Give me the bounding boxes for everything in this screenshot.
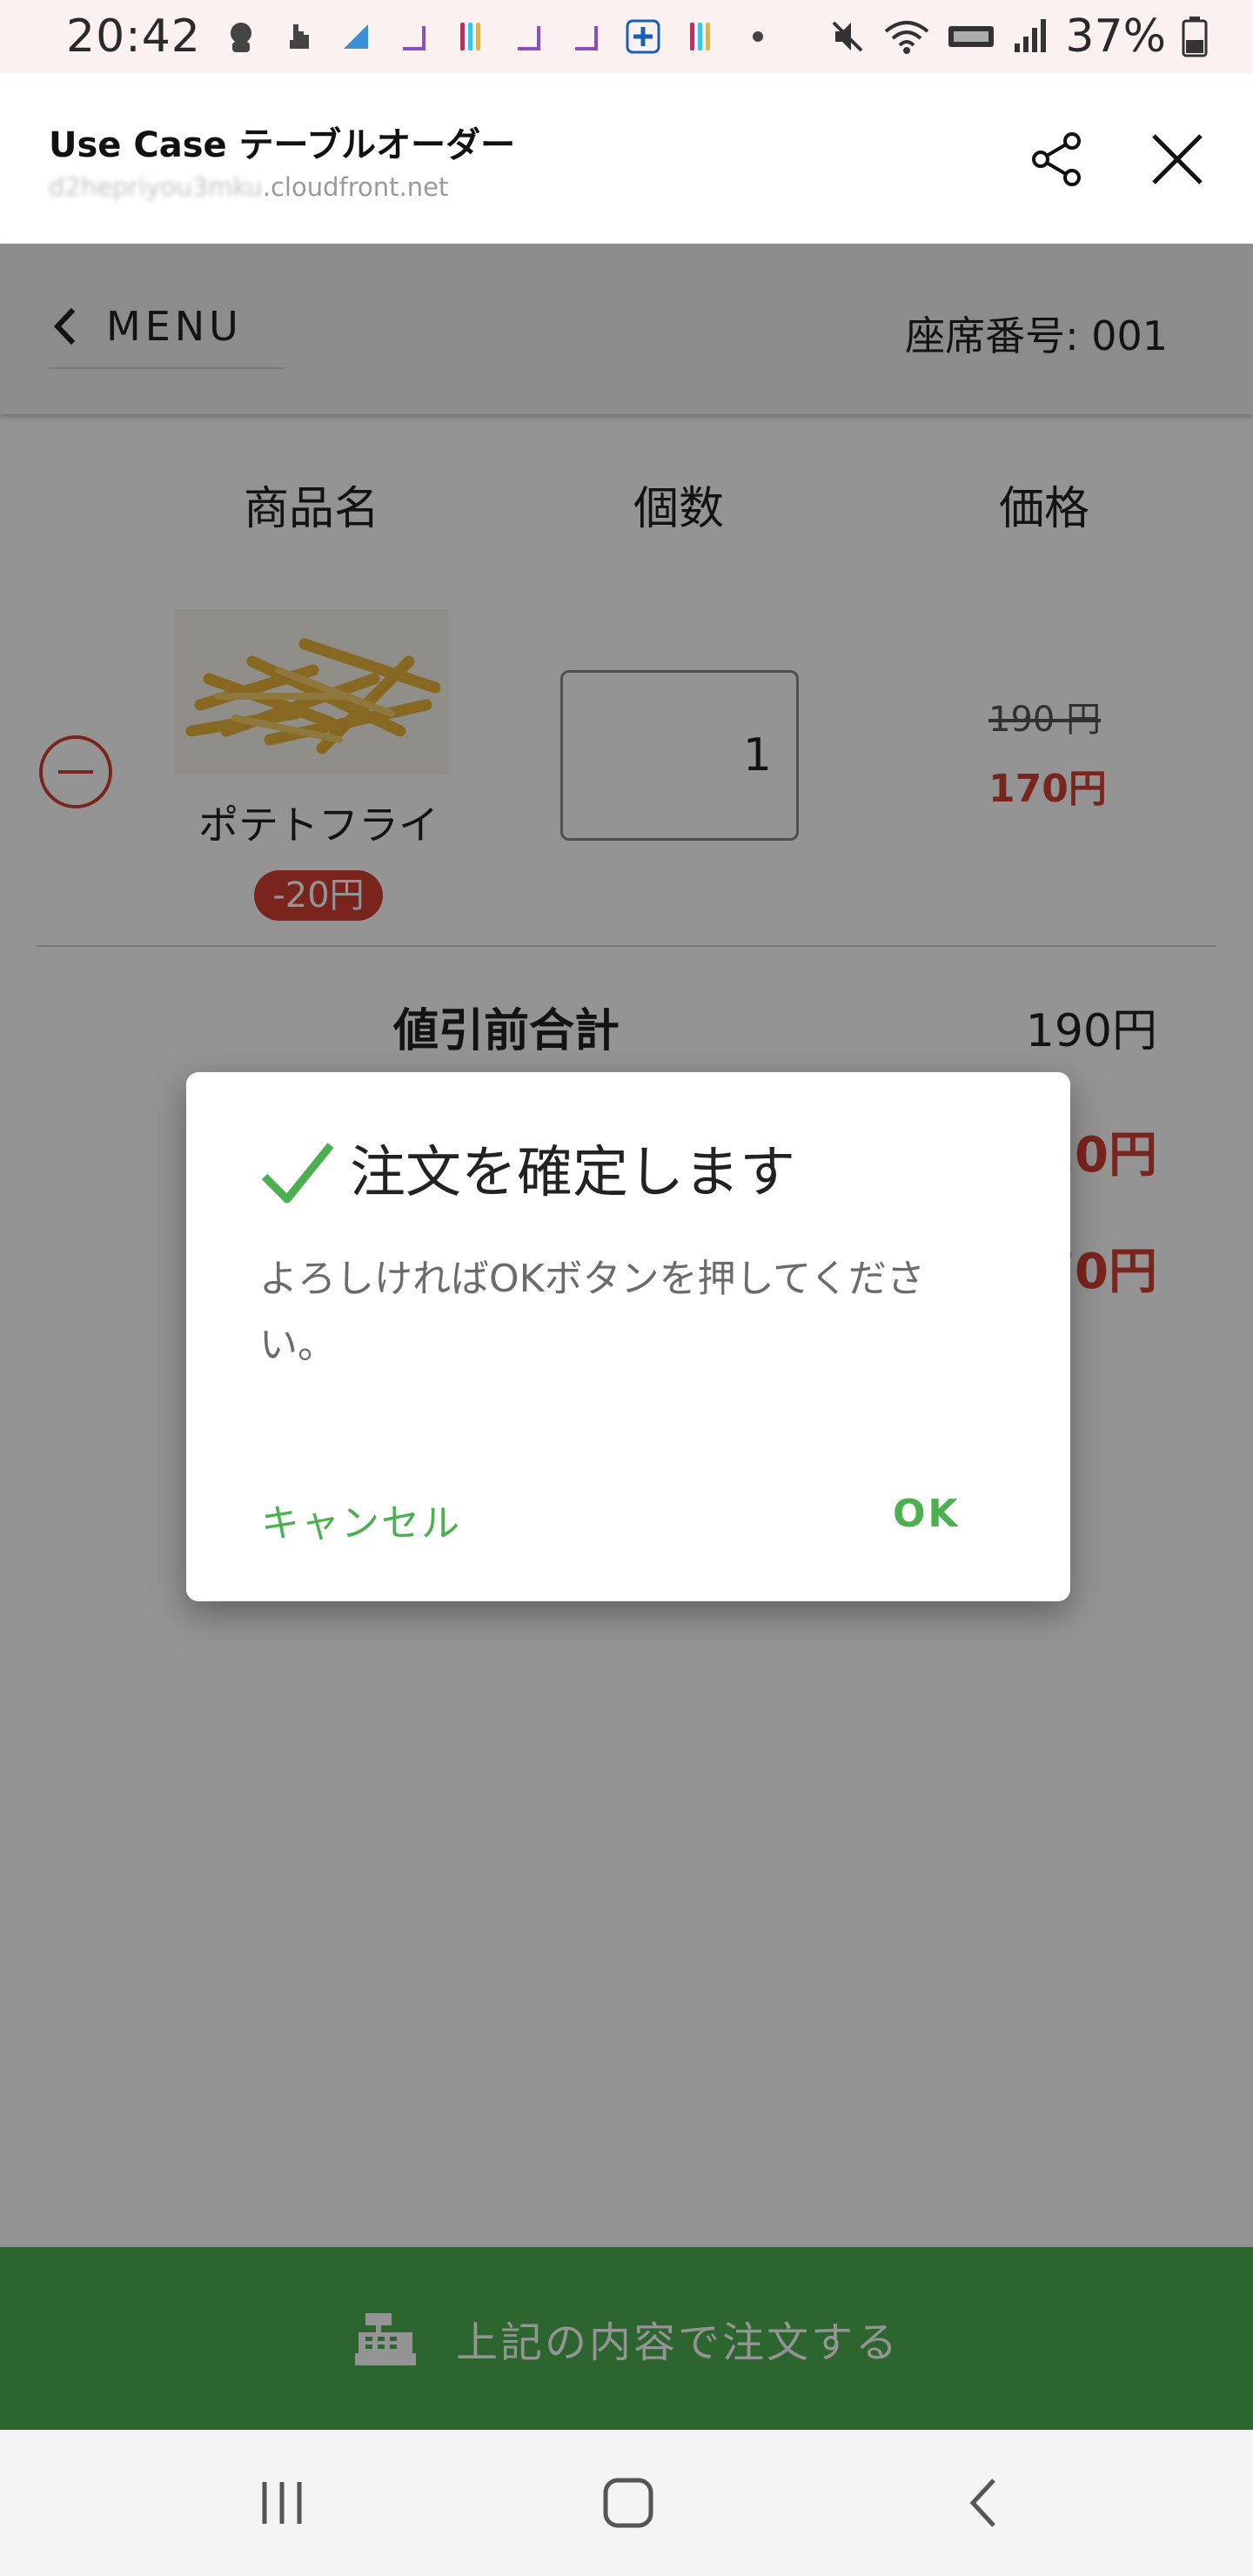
battery-percent: 37% [1065, 10, 1166, 63]
dot-icon [740, 19, 775, 54]
browser-header: Use Case テーブルオーダー d2hepriyou3mku.cloudfr… [0, 73, 1253, 244]
wifi-icon [882, 17, 931, 56]
signal-icon [1011, 17, 1049, 56]
recents-icon [262, 2482, 302, 2524]
volte-icon [947, 23, 995, 50]
check-icon [261, 1143, 334, 1204]
gallery-icon [511, 19, 546, 54]
notification-icons [224, 19, 775, 54]
back-button[interactable] [957, 2475, 1013, 2531]
dialog-title: 注文を確定します [350, 1141, 795, 1205]
battery-icon [1182, 16, 1208, 57]
recents-button[interactable] [254, 2475, 310, 2531]
back-icon [969, 2479, 995, 2527]
mascot-icon [224, 19, 258, 54]
triangle-icon [338, 19, 373, 54]
hand-icon [281, 19, 316, 54]
page-url: d2hepriyou3mku.cloudfront.net [49, 172, 448, 202]
system-nav-bar [0, 2430, 1253, 2576]
slack-icon [453, 19, 488, 54]
ok-button[interactable]: OK [893, 1492, 961, 1536]
slack-icon [683, 19, 718, 54]
share-icon [1032, 132, 1081, 186]
url-domain: .cloudfront.net [262, 172, 449, 202]
mute-icon [828, 17, 867, 56]
status-time: 20:42 [66, 10, 201, 63]
confirm-dialog: 注文を確定します よろしければOKボタンを押してください。 キャンセル OK [186, 1072, 1070, 1601]
plus-icon [626, 19, 660, 54]
page-title: Use Case テーブルオーダー [49, 125, 516, 165]
gallery-icon [396, 19, 431, 54]
home-button[interactable] [600, 2475, 656, 2531]
cancel-button[interactable]: キャンセル [261, 1492, 461, 1547]
share-button[interactable] [1027, 129, 1088, 190]
close-button[interactable] [1147, 129, 1208, 190]
gallery-icon [568, 19, 603, 54]
status-bar: 20:42 37% [0, 0, 1253, 73]
home-icon [603, 2478, 653, 2528]
status-right: 37% [828, 10, 1208, 63]
dialog-message: よろしければOKボタンを押してください。 [259, 1257, 925, 1367]
close-icon [1152, 134, 1203, 184]
url-subdomain: d2hepriyou3mku [49, 172, 263, 202]
